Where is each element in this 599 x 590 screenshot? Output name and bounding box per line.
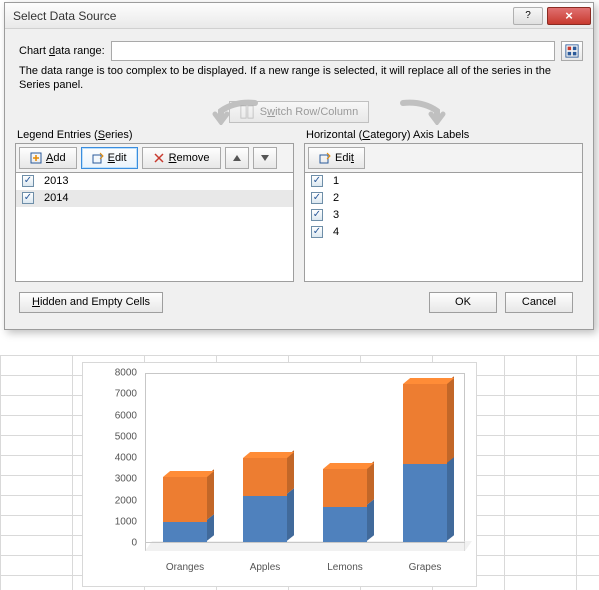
bar-slot (305, 373, 385, 543)
category-row[interactable]: 2 (305, 190, 582, 207)
y-tick: 6000 (115, 410, 137, 421)
x-tick-label: Apples (225, 562, 305, 580)
chart-data-range-input[interactable] (111, 41, 555, 61)
y-tick: 3000 (115, 474, 137, 485)
bar-segment (323, 507, 367, 543)
x-tick-label: Lemons (305, 562, 385, 580)
chart-plot-area (145, 373, 465, 551)
bar-slot (145, 373, 225, 543)
y-tick: 2000 (115, 495, 137, 506)
chart-bars (145, 373, 465, 543)
series-checkbox[interactable] (22, 192, 34, 204)
chart-x-axis: OrangesApplesLemonsGrapes (145, 562, 465, 580)
category-label: 3 (333, 209, 339, 221)
category-checkbox[interactable] (311, 192, 323, 204)
add-series-button[interactable]: Add (19, 147, 77, 169)
category-label: 4 (333, 226, 339, 238)
switch-icon (240, 105, 254, 119)
y-tick: 7000 (115, 389, 137, 400)
axis-labels-panel: Horizontal (Category) Axis Labels Edit 1… (304, 127, 583, 282)
category-label: 2 (333, 192, 339, 204)
dialog-titlebar[interactable]: Select Data Source ? × (5, 3, 593, 29)
x-tick-label: Grapes (385, 562, 465, 580)
axis-toolbar: Edit (304, 143, 583, 172)
edit-series-button[interactable]: Edit (81, 147, 138, 169)
hidden-empty-cells-button[interactable]: Hidden and Empty Cells (19, 292, 163, 313)
ok-button[interactable]: OK (429, 292, 497, 313)
chart-data-range-label: Chart data range: (19, 45, 105, 57)
dialog-footer: Hidden and Empty Cells OK Cancel (15, 282, 583, 315)
select-data-source-dialog: Select Data Source ? × Chart data range:… (4, 2, 594, 330)
chart-y-axis: 010002000300040005000600070008000 (83, 373, 143, 551)
bar-segment (403, 384, 447, 465)
legend-entries-caption: Legend Entries (Series) (17, 129, 294, 141)
help-button[interactable]: ? (513, 7, 543, 25)
category-row[interactable]: 4 (305, 224, 582, 241)
remove-series-button[interactable]: Remove (142, 147, 221, 169)
cancel-button[interactable]: Cancel (505, 292, 573, 313)
data-range-note: The data range is too complex to be disp… (19, 65, 579, 93)
category-label: 1 (333, 175, 339, 187)
chart-grid-base (145, 542, 465, 543)
bar (243, 458, 287, 543)
category-checkbox[interactable] (311, 226, 323, 238)
series-label: 2013 (44, 175, 68, 187)
bar-segment (163, 522, 207, 543)
close-button[interactable]: × (547, 7, 591, 25)
bar-slot (385, 373, 465, 543)
move-up-button[interactable] (225, 147, 249, 169)
switch-row: Switch Row/Column (15, 99, 583, 125)
bar-segment (163, 477, 207, 522)
bar-segment (403, 464, 447, 543)
category-listbox[interactable]: 1 2 3 4 (304, 172, 583, 282)
edit-icon (92, 152, 104, 164)
legend-entries-panel: Legend Entries (Series) Add Edit Remove (15, 127, 294, 282)
bar (163, 477, 207, 543)
series-checkbox[interactable] (22, 175, 34, 187)
move-down-button[interactable] (253, 147, 277, 169)
triangle-up-icon (232, 153, 242, 163)
bar (323, 469, 367, 543)
y-tick: 4000 (115, 453, 137, 464)
bar (403, 384, 447, 543)
triangle-down-icon (260, 153, 270, 163)
arrow-down-right-icon (397, 99, 453, 125)
category-row[interactable]: 3 (305, 207, 582, 224)
chart-data-range-row: Chart data range: (19, 41, 583, 61)
bar-slot (225, 373, 305, 543)
remove-icon (153, 152, 165, 164)
edit-axis-labels-button[interactable]: Edit (308, 147, 365, 169)
legend-toolbar: Add Edit Remove (15, 143, 294, 172)
range-picker-icon (565, 44, 579, 58)
category-checkbox[interactable] (311, 175, 323, 187)
y-tick: 8000 (115, 368, 137, 379)
y-tick: 1000 (115, 516, 137, 527)
edit-icon (319, 152, 331, 164)
x-tick-label: Oranges (145, 562, 225, 580)
category-row[interactable]: 1 (305, 173, 582, 190)
bar-segment (243, 496, 287, 543)
dialog-title: Select Data Source (13, 9, 511, 23)
series-row[interactable]: 2013 (16, 173, 293, 190)
range-picker-button[interactable] (561, 41, 583, 61)
embedded-chart[interactable]: 0 1000 2000 3000 4000 5000 6000 7000 8000 Orange… (82, 362, 477, 587)
series-row[interactable]: 2014 (16, 190, 293, 207)
add-icon (30, 152, 42, 164)
bar-segment (243, 458, 287, 496)
axis-labels-caption: Horizontal (Category) Axis Labels (306, 129, 583, 141)
y-tick: 0 (131, 538, 137, 549)
series-listbox[interactable]: 2013 2014 (15, 172, 294, 282)
series-label: 2014 (44, 192, 68, 204)
y-tick: 5000 (115, 431, 137, 442)
category-checkbox[interactable] (311, 209, 323, 221)
bar-segment (323, 469, 367, 507)
